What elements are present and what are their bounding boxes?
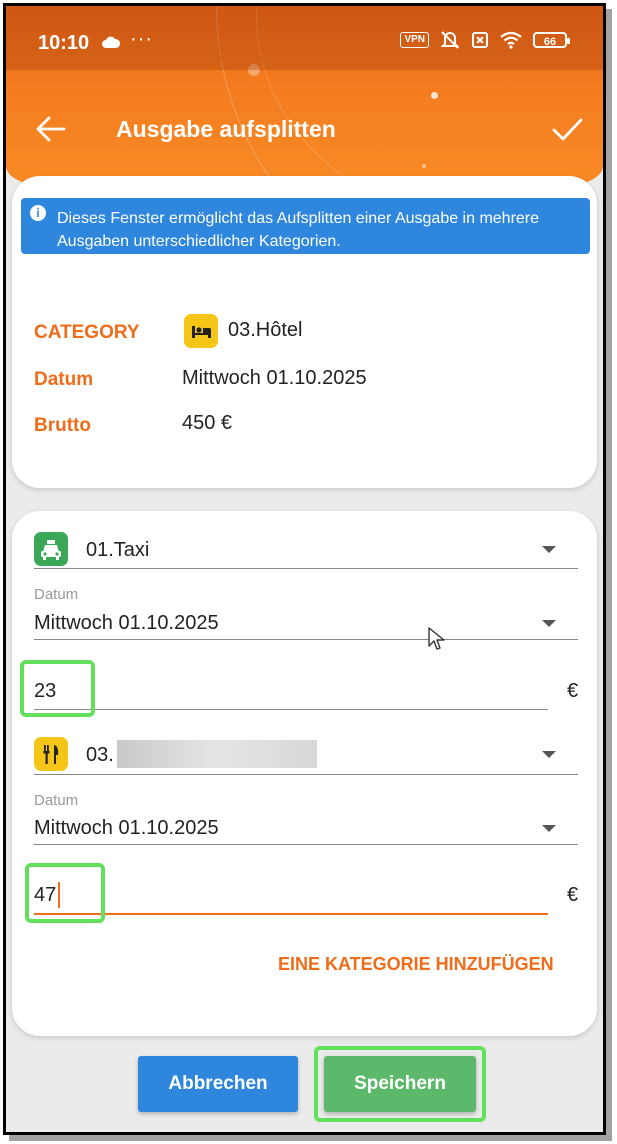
category-label: CATEGORY — [34, 322, 140, 343]
status-icons: VPN 66 — [400, 30, 570, 50]
mouse-pointer-icon — [428, 627, 445, 650]
split-1-date-value: Mittwoch 01.10.2025 — [34, 612, 219, 634]
header-sparkle — [422, 164, 426, 168]
sim-off-icon — [472, 32, 488, 48]
field-underline — [34, 844, 578, 845]
chevron-down-icon — [542, 751, 556, 758]
split-2-date-caption: Datum — [34, 792, 79, 809]
battery-icon: 66 — [533, 32, 570, 48]
back-arrow-icon[interactable] — [34, 112, 68, 146]
category-value: 03.Hôtel — [228, 319, 303, 341]
header-sparkle — [431, 92, 438, 99]
save-button[interactable]: Speichern — [324, 1056, 476, 1112]
gross-value: 450 € — [182, 412, 233, 434]
muted-bell-icon — [440, 31, 460, 49]
amount-highlight — [25, 863, 105, 923]
field-underline — [34, 639, 578, 640]
vpn-icon: VPN — [400, 32, 429, 48]
confirm-check-icon[interactable] — [550, 112, 584, 146]
info-text: Dieses Fenster ermöglicht das Aufsplitte… — [57, 210, 540, 250]
field-underline — [34, 774, 578, 775]
status-time: 10:10 — [38, 32, 90, 54]
split-1-date-caption: Datum — [34, 586, 79, 603]
status-bar: 10:10 ··· VPN 66 — [6, 6, 603, 70]
info-icon: i — [30, 205, 46, 221]
field-underline — [34, 709, 548, 710]
amount-highlight — [20, 660, 95, 717]
chevron-down-icon — [542, 620, 556, 627]
more-notifications-icon: ··· — [130, 28, 153, 50]
info-banner: i Dieses Fenster ermöglicht das Aufsplit… — [21, 198, 590, 254]
date-value: Mittwoch 01.10.2025 — [182, 367, 367, 389]
app-header: 10:10 ··· VPN 66 Ausgabe aufsplitten — [6, 6, 603, 186]
wifi-icon — [500, 31, 522, 49]
split-1-currency: € — [567, 680, 579, 702]
cancel-button[interactable]: Abbrechen — [138, 1056, 298, 1112]
field-underline-active — [34, 913, 548, 915]
split-1-category-value: 01.Taxi — [86, 539, 150, 561]
chevron-down-icon — [542, 546, 556, 553]
phone-screen: 10:10 ··· VPN 66 Ausgabe aufsplitten i D… — [3, 3, 606, 1135]
gross-label: Brutto — [34, 415, 91, 436]
cloud-icon — [102, 36, 120, 48]
split-2-category-value: 03. — [86, 744, 114, 766]
redacted-text — [117, 740, 317, 768]
split-2-date-value: Mittwoch 01.10.2025 — [34, 817, 219, 839]
page-title: Ausgabe aufsplitten — [116, 116, 336, 142]
add-category-link[interactable]: EINE KATEGORIE HINZUFÜGEN — [278, 954, 554, 975]
taxi-icon — [34, 532, 68, 566]
field-underline — [34, 568, 578, 569]
date-label: Datum — [34, 369, 94, 390]
hotel-bed-icon — [184, 314, 218, 348]
chevron-down-icon — [542, 825, 556, 832]
restaurant-icon — [34, 737, 68, 771]
split-2-currency: € — [567, 884, 579, 906]
